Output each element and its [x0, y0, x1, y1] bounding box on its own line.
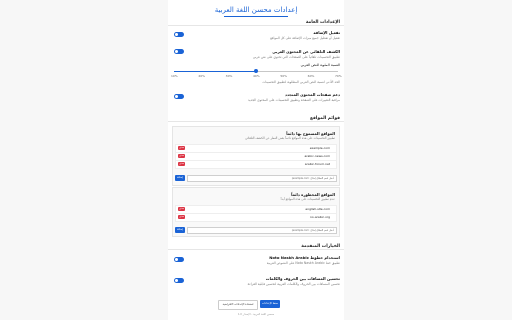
allowed-site-row: حذف arabic-forum.net — [175, 160, 337, 169]
threshold-tick-label: 50% — [280, 74, 287, 78]
remove-site-button[interactable]: حذف — [178, 207, 185, 211]
threshold-label: النسبة المئوية للنص العربي — [300, 63, 340, 67]
threshold-tick-label: 60% — [307, 74, 315, 78]
threshold-tick-label: 70% — [335, 74, 342, 78]
allowed-sites-panel: المواقع المسموح بها دائماً تطبيق التحسين… — [172, 126, 340, 186]
allowed-site-domain: arabic-forum.net — [304, 162, 330, 166]
blocked-site-domain: no-arabic.org — [309, 215, 330, 219]
setting-enable-desc: تفعيل أو تعطيل جميع ميزات الإضافة على كل… — [270, 36, 340, 40]
setting-dynamic-desc: مراقبة التغييرات على الصفحة وتطبيق التحس… — [247, 98, 340, 102]
footer-version: محسن اللغة العربية - الإصدار 1.0 — [237, 313, 275, 316]
settings-page: إعدادات محسن اللغة العربية الإعدادات الع… — [168, 0, 344, 320]
remove-site-button[interactable]: حذف — [178, 162, 185, 166]
setting-font-label: استخدام خطوط Noto Naskh Arabic — [269, 255, 340, 260]
enable-toggle[interactable] — [174, 32, 184, 37]
allowed-site-domain: arabic-news.com — [304, 154, 330, 158]
footer-actions: حفظ الإعدادات استعادة الإعدادات الافتراض… — [168, 300, 344, 310]
blocked-site-domain: english-site.com — [305, 207, 330, 211]
setting-font: استخدام خطوط Noto Naskh Arabic تطبيق خط … — [168, 253, 344, 271]
blocked-sites-panel: المواقع المحظورة دائماً عدم تطبيق التحسي… — [172, 187, 340, 237]
add-allowed-site-button[interactable]: إضافة — [175, 175, 185, 181]
setting-dynamic-label: دعم صفحات المحتوى المتجدد — [285, 92, 340, 97]
blocked-sites-desc: عدم تطبيق التحسينات على هذه المواقع أبدا… — [280, 197, 335, 201]
dynamic-toggle[interactable] — [174, 94, 184, 99]
threshold-slider-fill — [174, 71, 256, 72]
allowed-site-input[interactable]: أدخل اسم النطاق (مثال: example.com) — [187, 175, 337, 182]
remove-site-button[interactable]: حذف — [178, 215, 185, 219]
title-underline — [224, 16, 288, 17]
font-toggle[interactable] — [174, 257, 184, 262]
blocked-add-row: إضافة أدخل اسم النطاق (مثال: example.com… — [175, 227, 337, 234]
setting-enable-label: تفعيل الإضافة — [313, 30, 340, 35]
setting-dynamic: دعم صفحات المحتوى المتجدد مراقبة التغيير… — [168, 90, 344, 108]
threshold-slider-thumb[interactable] — [254, 69, 258, 73]
threshold-desc: الحد الأدنى لنسبة النص العربي المطلوبة ل… — [262, 80, 340, 84]
spacing-toggle[interactable] — [174, 278, 184, 283]
setting-font-desc: تطبيق خط Noto Naskh Arabic على النصوص ال… — [266, 261, 340, 265]
allowed-site-domain: example.com — [309, 146, 330, 150]
remove-site-button[interactable]: حذف — [178, 146, 185, 150]
threshold-slider[interactable] — [174, 69, 338, 73]
threshold-tick-label: 40% — [253, 74, 260, 78]
reset-settings-button[interactable]: استعادة الإعدادات الافتراضية — [218, 300, 258, 310]
add-blocked-site-button[interactable]: إضافة — [175, 227, 185, 233]
threshold-tick-label: 30% — [225, 74, 233, 78]
setting-spacing-label: تحسين المسافات بين الحروف والكلمات — [265, 276, 340, 281]
setting-spacing-desc: تحسين المسافات بين الحروف والكلمات العرب… — [247, 282, 340, 286]
save-settings-button[interactable]: حفظ الإعدادات — [260, 300, 280, 308]
blocked-site-input[interactable]: أدخل اسم النطاق (مثال: example.com) — [187, 227, 337, 234]
page-title: إعدادات محسن اللغة العربية — [214, 6, 298, 14]
auto-detect-toggle[interactable] — [174, 49, 184, 54]
setting-auto-detect-label: الكشف التلقائي عن المحتوى العربي — [272, 49, 340, 54]
threshold-tick-label: 20% — [198, 74, 205, 78]
allowed-sites-desc: تطبيق التحسينات على هذه المواقع دائماً ب… — [245, 136, 335, 140]
setting-spacing: تحسين المسافات بين الحروف والكلمات تحسين… — [168, 274, 344, 292]
remove-site-button[interactable]: حذف — [178, 154, 185, 158]
threshold-tick-label: 10% — [171, 74, 178, 78]
setting-enable: تفعيل الإضافة تفعيل أو تعطيل جميع ميزات … — [168, 28, 344, 46]
allowed-add-row: إضافة أدخل اسم النطاق (مثال: example.com… — [175, 175, 337, 182]
section-divider — [168, 121, 344, 122]
section-divider — [168, 25, 344, 26]
blocked-site-row: حذف no-arabic.org — [175, 213, 337, 222]
section-divider — [168, 249, 344, 250]
setting-auto-detect-desc: تطبيق التحسينات تلقائياً على الصفحات الت… — [252, 55, 340, 59]
